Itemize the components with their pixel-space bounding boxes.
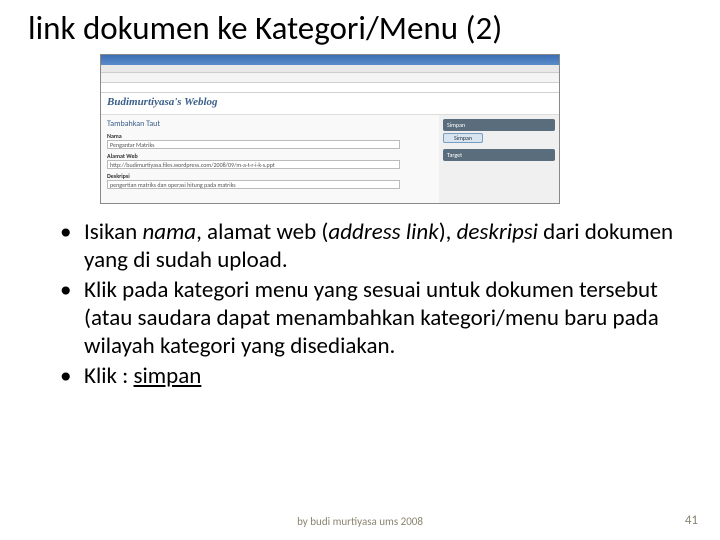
weblog-title: Budimurtiyasa's Weblog	[107, 96, 553, 108]
slide-title: link dokumen ke Kategori/Menu (2)	[28, 8, 692, 48]
label-deskripsi: Deskripsi	[107, 172, 433, 180]
input-alamat[interactable]: http://budimurtiyasa.files.wordpress.com…	[107, 160, 400, 169]
weblog-header: Budimurtiyasa's Weblog	[101, 93, 559, 115]
label-nama: Nama	[107, 132, 433, 140]
browser-menubar	[101, 65, 559, 73]
bullet-3: Klik : simpan	[60, 362, 692, 390]
b1-italic-deskripsi: deskripsi	[457, 218, 538, 246]
footer-credit: by budi murtiyasa ums 2008	[0, 515, 720, 528]
browser-toolbar	[101, 73, 559, 83]
label-alamat: Alamat Web	[107, 152, 433, 160]
b1-italic-nama: nama	[142, 218, 196, 246]
bullet-2: Klik pada kategori menu yang sesuai untu…	[60, 276, 692, 360]
browser-addressbar	[101, 83, 559, 93]
input-deskripsi[interactable]: pengertian matriks dan operasi hitung pa…	[107, 180, 400, 189]
screenshot-browser: Budimurtiyasa's Weblog Tambahkan Taut Na…	[100, 54, 560, 204]
form-heading: Tambahkan Taut	[107, 119, 433, 129]
b3-text-pre: Klik :	[84, 362, 134, 390]
page-number: 41	[685, 513, 698, 528]
bullet-list: Isikan nama, alamat web (address link), …	[28, 218, 692, 390]
b1-text-pre: Isikan	[84, 218, 142, 246]
b1-italic-address: address link	[328, 218, 438, 246]
form-main: Tambahkan Taut Nama Pengantar Matriks Al…	[101, 115, 439, 203]
form-sidebar: Simpan Simpan Target	[439, 115, 559, 203]
b1-text-mid1: , alamat web (	[196, 218, 328, 246]
b3-underline-simpan: simpan	[134, 362, 202, 390]
b1-text-mid2: ),	[439, 218, 457, 246]
browser-titlebar	[101, 55, 559, 65]
bullet-1: Isikan nama, alamat web (address link), …	[60, 218, 692, 274]
simpan-button[interactable]: Simpan	[443, 133, 483, 143]
input-nama[interactable]: Pengantar Matriks	[107, 140, 400, 149]
sidebar-simpan-box: Simpan	[443, 119, 555, 131]
sidebar-target-box: Target	[443, 149, 555, 161]
